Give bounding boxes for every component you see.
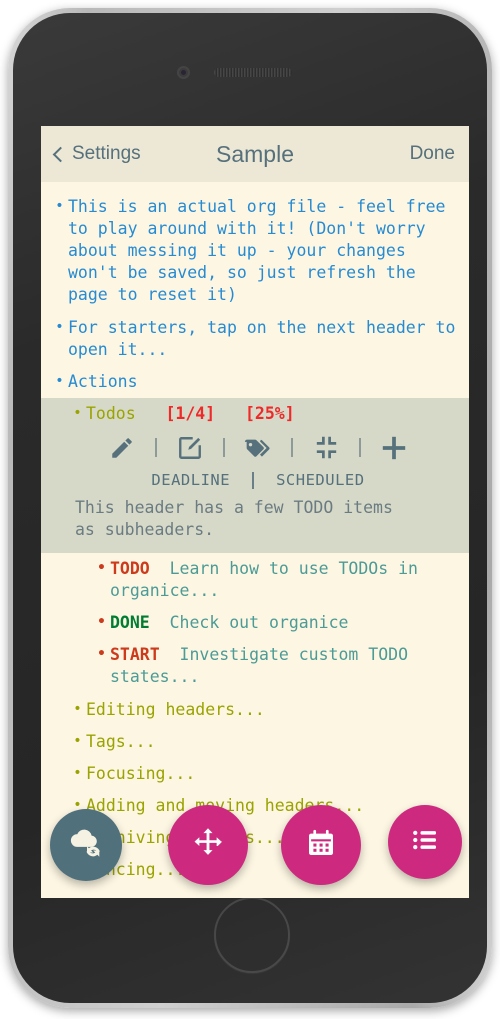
todo-text: Check out organice <box>169 613 349 633</box>
collapse-icon <box>314 435 339 460</box>
done-button[interactable]: Done <box>410 143 455 165</box>
tags-button[interactable] <box>231 431 285 465</box>
bullet-icon: • <box>73 764 82 781</box>
bullet-icon: • <box>97 614 106 631</box>
add-header-button[interactable] <box>367 431 421 465</box>
scheduled-button[interactable]: SCHEDULED <box>254 470 387 491</box>
selected-header-block: • Todos [1/4] [25%] DEADLINE SCHEDULED T… <box>41 397 469 553</box>
back-button[interactable]: Settings <box>52 143 141 165</box>
org-item-text: Actions <box>68 371 138 391</box>
edit-square-icon <box>177 435 203 461</box>
toolbar-separator <box>291 438 293 458</box>
org-todo-item-2[interactable]: • DONE Check out organice <box>93 607 469 639</box>
calendar-button[interactable] <box>281 805 361 885</box>
calendar-icon <box>305 827 337 864</box>
org-item-text: This is an actual org file - feel free t… <box>68 197 446 305</box>
bullet-icon: • <box>73 700 82 717</box>
header-description[interactable]: This header has a few TODO items as subh… <box>75 497 455 543</box>
cloud-sync-icon <box>66 825 106 866</box>
org-item-actions[interactable]: • Actions <box>51 366 469 398</box>
move-header-button[interactable] <box>168 805 248 885</box>
sync-button[interactable] <box>50 809 122 881</box>
collapse-button[interactable] <box>299 431 353 465</box>
bullet-icon: • <box>73 732 82 749</box>
bullet-icon: • <box>97 646 106 663</box>
org-item-text: Editing headers... <box>86 699 265 719</box>
org-item-intro[interactable]: • This is an actual org file - feel free… <box>51 191 469 312</box>
org-file-content: • This is an actual org file - feel free… <box>41 182 469 886</box>
planning-separator <box>252 471 255 489</box>
org-item-text: Tags... <box>86 731 156 751</box>
todo-keyword[interactable]: START <box>110 645 160 664</box>
earpiece-speaker <box>214 68 292 77</box>
app-screen: Settings Sample Done • This is an actual… <box>41 126 469 898</box>
bullet-icon: • <box>55 318 64 335</box>
bullet-icon: • <box>55 198 64 214</box>
tags-icon <box>243 435 273 461</box>
home-button[interactable] <box>214 897 290 973</box>
org-item-starters[interactable]: • For starters, tap on the next header t… <box>51 312 469 366</box>
progress-cookie-percent: [25%] <box>244 403 295 423</box>
header-action-toolbar <box>47 427 469 467</box>
arrows-move-icon <box>191 826 225 865</box>
org-header-todos[interactable]: • Todos [1/4] [25%] <box>69 398 469 427</box>
phone-bezel: Settings Sample Done • This is an actual… <box>13 13 487 1003</box>
list-icon <box>410 825 440 860</box>
planning-row: DEADLINE SCHEDULED <box>47 467 469 497</box>
todo-keyword[interactable]: DONE <box>110 613 150 632</box>
agenda-list-button[interactable] <box>388 805 462 879</box>
org-todo-item-1[interactable]: • TODO Learn how to use TODOs in organic… <box>93 553 469 607</box>
bullet-icon: • <box>55 372 64 389</box>
pencil-icon <box>109 435 135 461</box>
toolbar-separator <box>155 438 157 458</box>
edit-description-button[interactable] <box>163 431 217 465</box>
plus-icon <box>380 434 408 462</box>
bullet-icon: • <box>73 404 82 421</box>
bullet-icon: • <box>97 559 106 576</box>
org-item-text: Focusing... <box>86 763 196 783</box>
toolbar-separator <box>359 438 361 458</box>
org-todo-item-3[interactable]: • START Investigate custom TODO states..… <box>93 639 469 693</box>
back-button-label: Settings <box>72 143 141 164</box>
header-title: Todos <box>86 403 136 423</box>
front-camera-icon <box>177 66 190 79</box>
org-item-text: For starters, tap on the next header to … <box>68 317 456 359</box>
edit-title-button[interactable] <box>95 431 149 465</box>
phone-device-frame: Settings Sample Done • This is an actual… <box>8 8 492 1008</box>
org-item-focusing[interactable]: • Focusing... <box>69 758 469 790</box>
todo-text: Learn how to use TODOs in organice... <box>110 558 418 601</box>
navigation-bar: Settings Sample Done <box>41 126 469 182</box>
org-item-tags[interactable]: • Tags... <box>69 726 469 758</box>
org-item-editing-headers[interactable]: • Editing headers... <box>69 694 469 726</box>
deadline-button[interactable]: DEADLINE <box>129 470 252 491</box>
toolbar-separator <box>223 438 225 458</box>
progress-cookie-count: [1/4] <box>165 403 216 423</box>
chevron-left-icon <box>52 146 69 162</box>
todo-keyword[interactable]: TODO <box>110 559 150 578</box>
